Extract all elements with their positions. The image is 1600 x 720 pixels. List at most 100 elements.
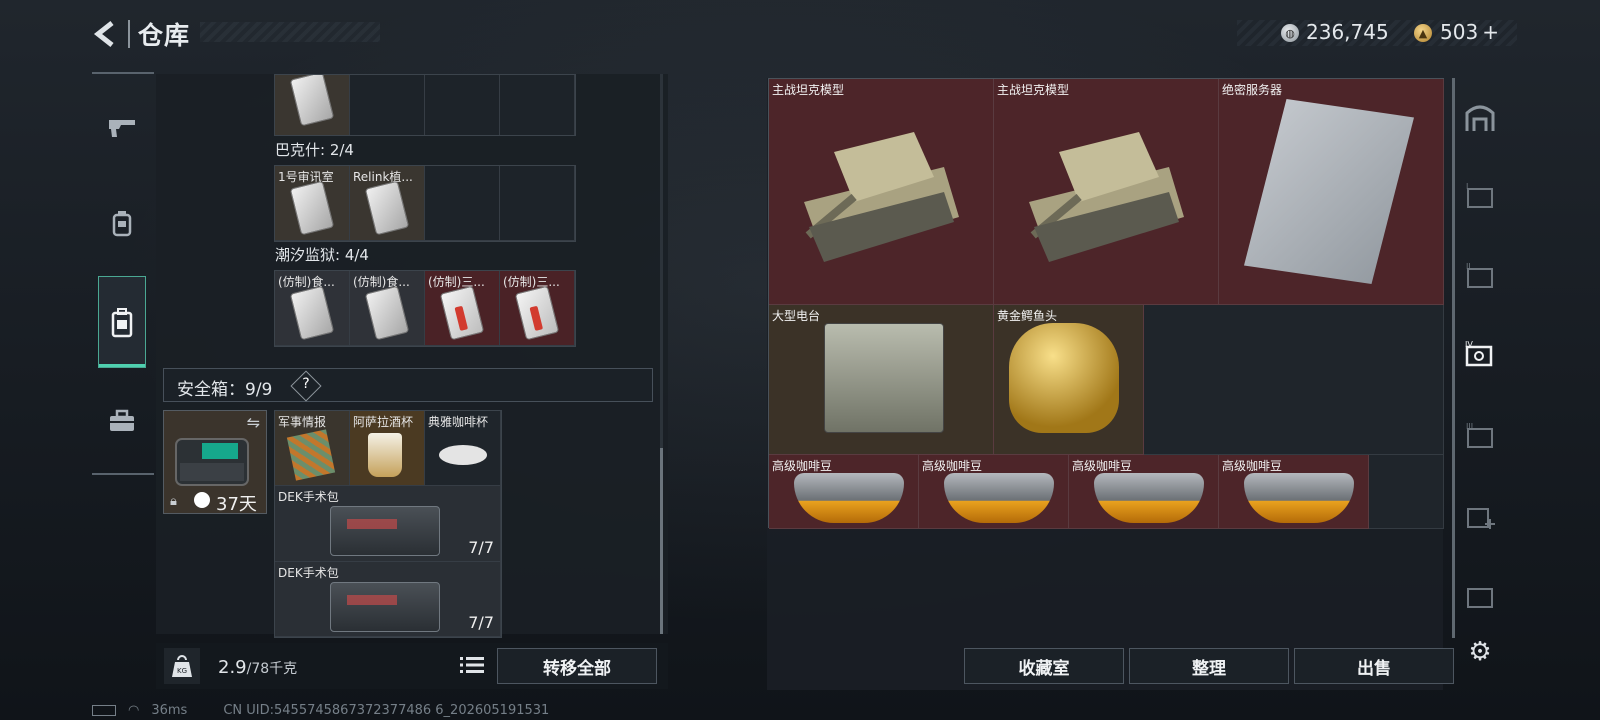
transfer-all-button[interactable]: 转移全部 [497, 648, 657, 684]
safe-box-icon [175, 438, 249, 486]
header-divider [128, 20, 130, 48]
item-name: (仿制)三... [428, 275, 485, 289]
item-slot[interactable] [275, 75, 350, 135]
item-slot[interactable]: 典雅咖啡杯 [425, 411, 501, 486]
item-slot[interactable]: (仿制)三... [500, 271, 575, 346]
keycard-icon [289, 75, 335, 127]
coffee-bean-icon [794, 473, 904, 523]
settings-gear-icon[interactable]: ⚙ [1462, 634, 1498, 670]
svg-text:III: III [1466, 422, 1473, 431]
storage-5-tab-icon[interactable] [1462, 578, 1498, 614]
coffee-bean-icon [1244, 473, 1354, 523]
svg-text:KG: KG [177, 667, 187, 675]
keycard-icon [289, 285, 335, 341]
item-slot[interactable]: 高级咖啡豆 [769, 455, 919, 529]
item-name: 高级咖啡豆 [1072, 459, 1133, 473]
item-slot[interactable]: Relink植... [350, 166, 425, 241]
item-name: Relink植... [353, 170, 413, 184]
collection-room-button[interactable]: 收藏室 [964, 648, 1124, 684]
item-slot[interactable]: 主战坦克模型 [769, 79, 994, 305]
empty-slot[interactable] [500, 166, 575, 241]
sort-button[interactable]: 整理 [1129, 648, 1289, 684]
item-name: 主战坦克模型 [997, 83, 1069, 97]
item-name: 军事情报 [278, 415, 327, 429]
tank-model-icon [804, 132, 959, 262]
item-slot[interactable]: (仿制)食... [350, 271, 425, 346]
storage-scrollbar[interactable] [1452, 78, 1455, 638]
item-slot[interactable]: 黄金鳄鱼头 [994, 305, 1144, 455]
container-grid-top [274, 74, 576, 136]
weight-max: /78千克 [246, 661, 298, 677]
lock-icon: 🔒︎ [170, 494, 177, 509]
server-icon [1244, 99, 1414, 284]
swap-icon[interactable]: ⇋ [247, 413, 260, 432]
storage-1-tab-icon[interactable]: I [1462, 178, 1498, 214]
coffee-cup-icon [439, 445, 487, 465]
storage-4-tab-icon[interactable]: IV [1462, 336, 1498, 372]
item-slot[interactable]: 军事情报 [275, 411, 350, 486]
safe-box-grid: 军事情报 阿萨拉酒杯 典雅咖啡杯 DEK手术包 7/7 DEK手术包 7/7 [274, 410, 502, 638]
item-slot[interactable]: DEK手术包 7/7 [275, 486, 501, 562]
sidebar-top-line [92, 72, 154, 74]
item-slot[interactable]: 阿萨拉酒杯 [350, 411, 425, 486]
item-name: (仿制)食... [353, 275, 410, 289]
status-bar: ◠ 36ms CN UID:5455745867372377486 6_2026… [92, 703, 549, 718]
armor-tab-icon[interactable] [99, 200, 145, 246]
item-name: 高级咖啡豆 [772, 459, 833, 473]
item-slot[interactable]: (仿制)三... [425, 271, 500, 346]
item-name: 黄金鳄鱼头 [997, 309, 1058, 323]
backpack-scroll-thumb[interactable] [660, 448, 663, 634]
sell-button[interactable]: 出售 [1294, 648, 1454, 684]
item-slot[interactable]: DEK手术包 7/7 [275, 562, 501, 637]
radio-station-icon [824, 323, 944, 433]
item-name: DEK手术包 [278, 490, 339, 504]
container-grid-bakshi: 1号审讯室 Relink植... [274, 165, 576, 242]
item-slot[interactable]: 大型电台 [769, 305, 994, 455]
item-slot[interactable]: 主战坦克模型 [994, 79, 1219, 305]
storage-2-tab-icon[interactable]: II [1462, 258, 1498, 294]
item-slot[interactable]: (仿制)食... [275, 271, 350, 346]
empty-slot[interactable] [1369, 455, 1444, 529]
item-name: 1号审讯室 [278, 170, 334, 184]
clock-icon [194, 492, 210, 508]
item-slot[interactable]: 1号审讯室 [275, 166, 350, 241]
item-slot[interactable]: 高级咖啡豆 [1219, 455, 1369, 529]
item-name: 主战坦克模型 [772, 83, 844, 97]
item-name: (仿制)三... [503, 275, 560, 289]
back-arrow-icon[interactable] [92, 20, 124, 48]
keycard-icon [439, 285, 485, 341]
backpack-tab-icon [99, 300, 145, 346]
add-storage-tab-icon[interactable] [1462, 498, 1498, 534]
battery-icon [92, 705, 116, 716]
weapon-tab-icon[interactable] [99, 104, 145, 150]
empty-slot[interactable] [350, 75, 425, 135]
safe-box-title: 安全箱：9/9 [177, 380, 273, 400]
empty-slot[interactable] [1144, 305, 1444, 455]
coffee-bean-icon [1094, 473, 1204, 523]
svg-text:I: I [1466, 182, 1468, 191]
item-name: (仿制)食... [278, 275, 335, 289]
silver-coin-icon: ◍ [1281, 24, 1299, 42]
gold-amount[interactable]: 503 + [1440, 20, 1499, 44]
medkit-icon [330, 582, 440, 632]
storage-3-tab-icon[interactable]: III [1462, 418, 1498, 454]
keycard-icon [364, 285, 410, 341]
item-name: DEK手术包 [278, 566, 339, 580]
empty-slot[interactable] [425, 166, 500, 241]
item-slot[interactable]: 高级咖啡豆 [1069, 455, 1219, 529]
item-slot[interactable]: 高级咖啡豆 [919, 455, 1069, 529]
gold-coin-icon: ▲ [1414, 24, 1432, 42]
vault-tab-icon[interactable] [1462, 100, 1498, 136]
empty-slot[interactable] [500, 75, 575, 135]
tank-model-icon [1029, 132, 1184, 262]
help-label: ? [302, 376, 310, 392]
sidebar-bottom-line [92, 473, 154, 475]
briefcase-tab-icon[interactable] [99, 398, 145, 444]
empty-slot[interactable] [425, 75, 500, 135]
list-view-icon[interactable] [460, 655, 484, 675]
section-label: 巴克什: 2/4 [275, 141, 354, 159]
add-gold-icon[interactable]: + [1482, 20, 1499, 44]
item-name: 大型电台 [772, 309, 821, 323]
item-slot[interactable]: 绝密服务器 [1219, 79, 1444, 305]
safe-box-days: 37天 [216, 494, 257, 515]
